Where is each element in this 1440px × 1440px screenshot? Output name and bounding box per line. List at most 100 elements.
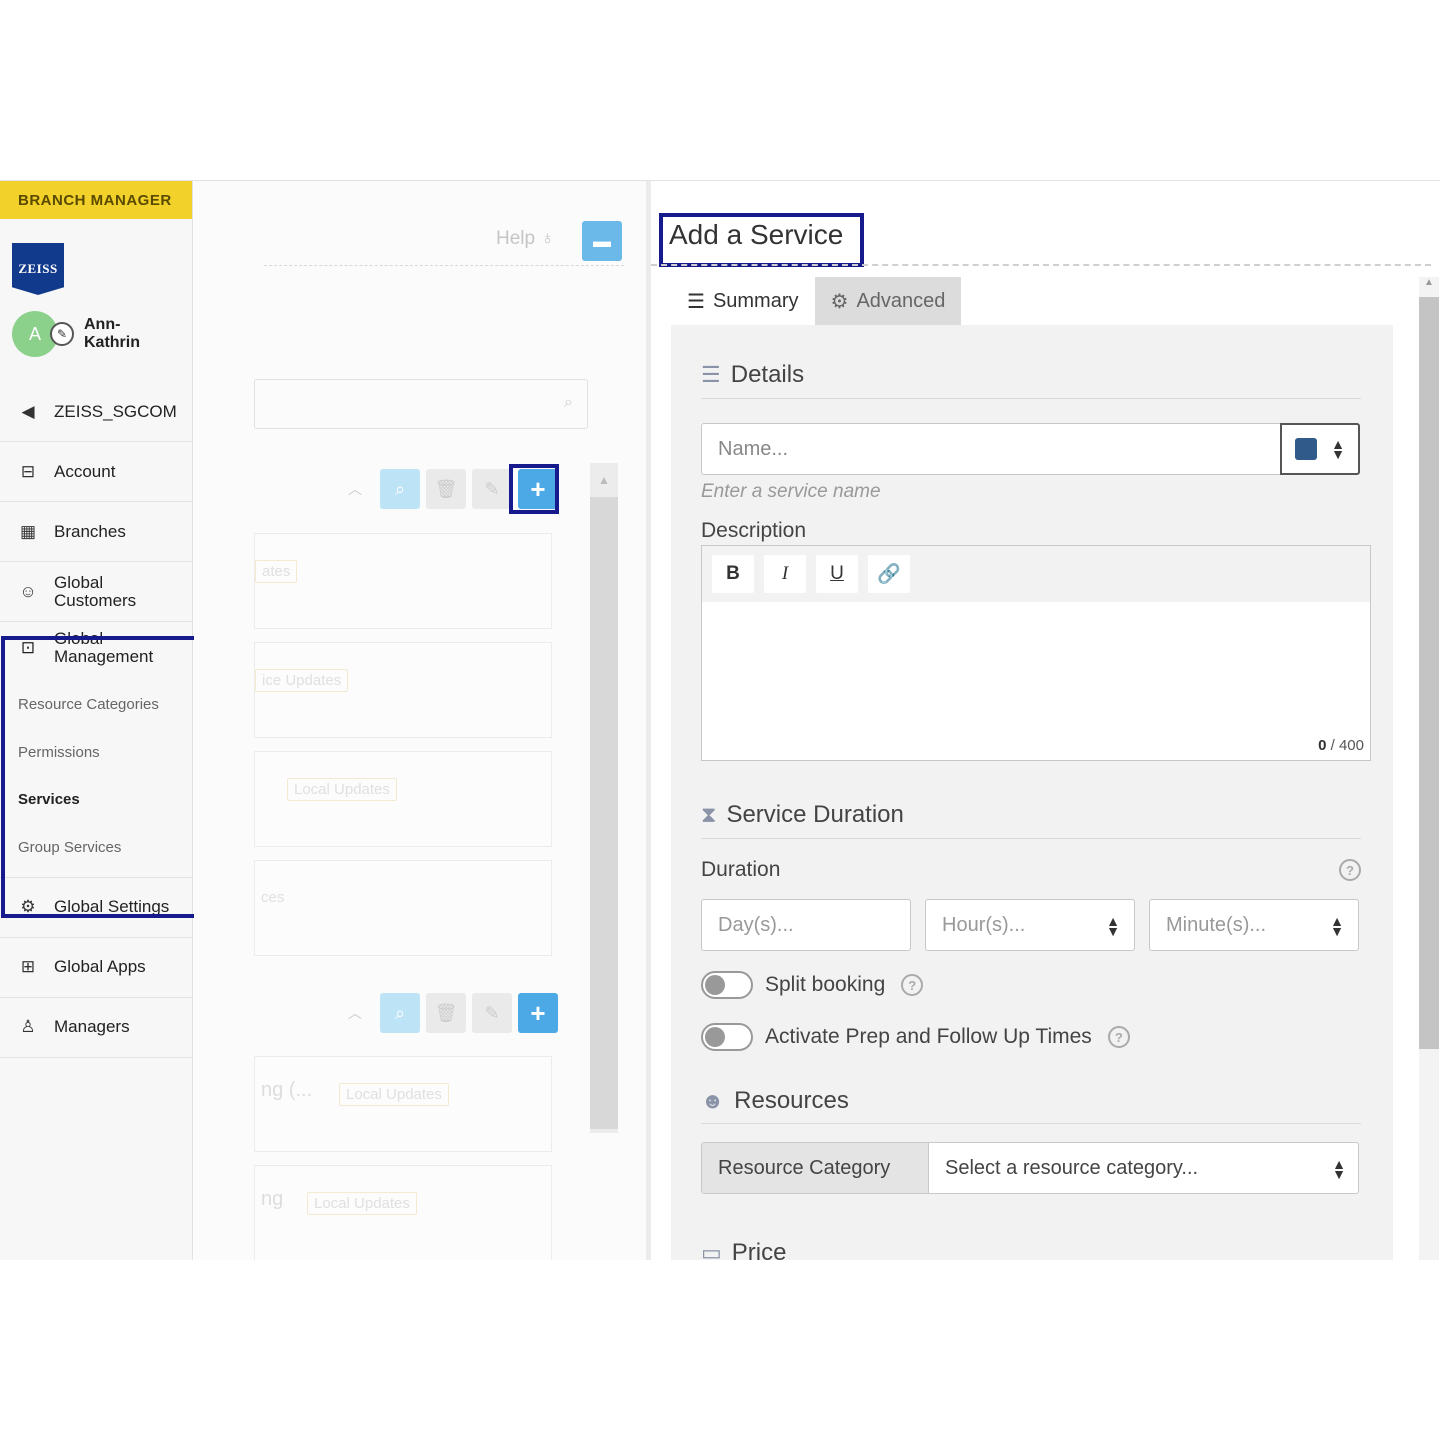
list-item[interactable]: ice Updates xyxy=(254,642,552,738)
scroll-up-icon[interactable]: ▲ xyxy=(598,473,610,487)
user-profile: A ✎ Ann-Kathrin xyxy=(12,311,164,357)
edit-button[interactable]: ✎ xyxy=(472,469,512,509)
item-snippet: ng xyxy=(261,1188,284,1210)
scroll-up-icon[interactable]: ▲ xyxy=(1424,277,1434,288)
folder-button[interactable]: ▬ xyxy=(582,221,622,261)
zeiss-logo: ZEISS xyxy=(12,243,64,295)
tab-summary[interactable]: ☰ Summary xyxy=(671,277,815,325)
help-link[interactable]: Help ♁ xyxy=(496,228,555,250)
sidebar-item-branches[interactable]: ▦ Branches xyxy=(0,502,192,562)
search-button[interactable]: ⌕ xyxy=(380,993,420,1033)
divider xyxy=(264,265,624,266)
sidebar-item-back[interactable]: ◀ ZEISS_SGCOM xyxy=(0,383,192,442)
sidebar-item-managers[interactable]: ♙ Managers xyxy=(0,998,192,1058)
price-heading: ▭ Price xyxy=(701,1239,786,1260)
divider xyxy=(701,1123,1361,1124)
add-group-button[interactable]: + xyxy=(518,993,558,1033)
link-icon: 🔗 xyxy=(877,564,901,585)
color-swatch xyxy=(1295,438,1318,460)
select-arrows-icon: ▲ ▼ xyxy=(1332,1156,1346,1182)
color-select[interactable]: ▲ ▼ xyxy=(1280,423,1360,475)
help-icon[interactable]: ? xyxy=(1339,859,1361,881)
bold-button[interactable]: B xyxy=(712,555,754,593)
section-title: Price xyxy=(731,1239,787,1260)
description-label: Description xyxy=(701,519,807,542)
tab-advanced[interactable]: ⚙ Advanced xyxy=(814,277,962,325)
help-icon[interactable]: ? xyxy=(1107,1026,1130,1048)
scrollbar-thumb[interactable] xyxy=(1419,297,1439,1049)
split-booking-row: Split booking ? xyxy=(701,971,924,999)
char-count: 0 xyxy=(1318,737,1327,754)
resource-category-select[interactable]: Select a resource category... ▲ ▼ xyxy=(929,1143,1358,1193)
sidebar-item-label: ZEISS_SGCOM xyxy=(54,402,177,421)
minutes-select[interactable]: Minute(s)... ▲ ▼ xyxy=(1149,899,1359,951)
char-max: / 400 xyxy=(1330,737,1364,754)
update-tag: Local Updates xyxy=(339,1083,449,1106)
hourglass-icon: ⧗ xyxy=(701,802,717,827)
description-editor[interactable]: B I U 🔗 0 / 400 xyxy=(701,545,1371,761)
scrollbar-thumb[interactable] xyxy=(590,497,618,1129)
prep-times-label: Activate Prep and Follow Up Times xyxy=(765,1025,1092,1048)
help-label: Help xyxy=(496,228,536,249)
resource-category-label: Resource Category xyxy=(702,1143,929,1193)
sidebar-item-account[interactable]: ⊟ Account xyxy=(0,442,192,502)
minutes-placeholder: Minute(s)... xyxy=(1166,913,1267,936)
delete-button[interactable]: 🗑 xyxy=(426,993,466,1033)
prep-times-row: Activate Prep and Follow Up Times ? xyxy=(701,1023,1130,1051)
delete-button[interactable]: 🗑 xyxy=(426,469,466,509)
hours-select[interactable]: Hour(s)... ▲ ▼ xyxy=(925,899,1135,951)
underline-button[interactable]: U xyxy=(816,555,858,593)
list-toolbar-2: ︿ ⌕ 🗑 ✎ + xyxy=(348,993,558,1033)
lightbulb-icon: ♁ xyxy=(540,228,555,249)
sidebar-item-global-customers[interactable]: ☺ Global Customers xyxy=(0,562,192,622)
user-name: Ann-Kathrin xyxy=(84,316,140,351)
name-field[interactable]: Name... xyxy=(701,423,1281,475)
briefcase-icon: ⊟ xyxy=(20,461,36,481)
days-input[interactable]: Day(s)... xyxy=(701,899,911,951)
collapse-icon[interactable]: ︿ xyxy=(348,479,362,499)
split-booking-toggle[interactable] xyxy=(701,971,753,999)
list-item[interactable]: ces xyxy=(254,860,552,956)
money-icon: ▭ xyxy=(701,1240,722,1260)
sidebar-item-label: Global Apps xyxy=(54,957,146,976)
scrollbar[interactable]: ▲ xyxy=(1419,277,1439,1260)
edit-profile-icon[interactable]: ✎ xyxy=(50,322,74,346)
list-icon: ☰ xyxy=(687,290,705,313)
search-input[interactable]: ⌕ xyxy=(254,379,588,429)
highlight-add-button xyxy=(509,464,559,514)
section-title: Details xyxy=(730,361,805,388)
update-tag: Local Updates xyxy=(307,1192,417,1215)
collapse-icon[interactable]: ︿ xyxy=(348,1003,362,1023)
scrollbar[interactable]: ▲ xyxy=(590,463,618,1133)
divider xyxy=(651,264,1431,266)
select-arrows-icon: ▲ ▼ xyxy=(1106,913,1120,939)
search-icon: ⌕ xyxy=(564,394,573,411)
name-hint: Enter a service name xyxy=(701,481,881,502)
list-item[interactable]: ates xyxy=(254,533,552,629)
prep-times-toggle[interactable] xyxy=(701,1023,753,1051)
section-title: Resources xyxy=(734,1087,849,1114)
update-tag: ice Updates xyxy=(255,669,349,692)
back-circle-icon: ◀ xyxy=(21,402,35,421)
help-icon[interactable]: ? xyxy=(901,974,924,996)
link-button[interactable]: 🔗 xyxy=(868,555,910,593)
char-counter: 0 / 400 xyxy=(1318,737,1364,754)
edit-button[interactable]: ✎ xyxy=(472,993,512,1033)
duration-heading: ⧗ Service Duration xyxy=(701,801,904,829)
list-item[interactable]: ng (... Local Updates xyxy=(254,1056,552,1152)
list-item[interactable]: Local Updates xyxy=(254,751,552,847)
select-arrows-icon: ▲ ▼ xyxy=(1331,436,1345,462)
search-button[interactable]: ⌕ xyxy=(380,469,420,509)
resources-heading: ☻ Resources xyxy=(701,1087,849,1115)
tab-label: Advanced xyxy=(856,289,946,312)
details-heading: ☰ Details xyxy=(701,361,804,389)
split-booking-label: Split booking xyxy=(765,973,886,996)
user-tie-icon: ♙ xyxy=(20,1017,36,1036)
hours-placeholder: Hour(s)... xyxy=(942,913,1026,936)
role-badge: BRANCH MANAGER xyxy=(0,181,192,219)
select-arrows-icon: ▲ ▼ xyxy=(1330,913,1344,939)
italic-button[interactable]: I xyxy=(764,555,806,593)
list-item[interactable]: ng Local Updates xyxy=(254,1165,552,1260)
sidebar-item-global-apps[interactable]: ⊞ Global Apps xyxy=(0,938,192,998)
sidebar-item-label: Global Customers xyxy=(54,572,137,610)
